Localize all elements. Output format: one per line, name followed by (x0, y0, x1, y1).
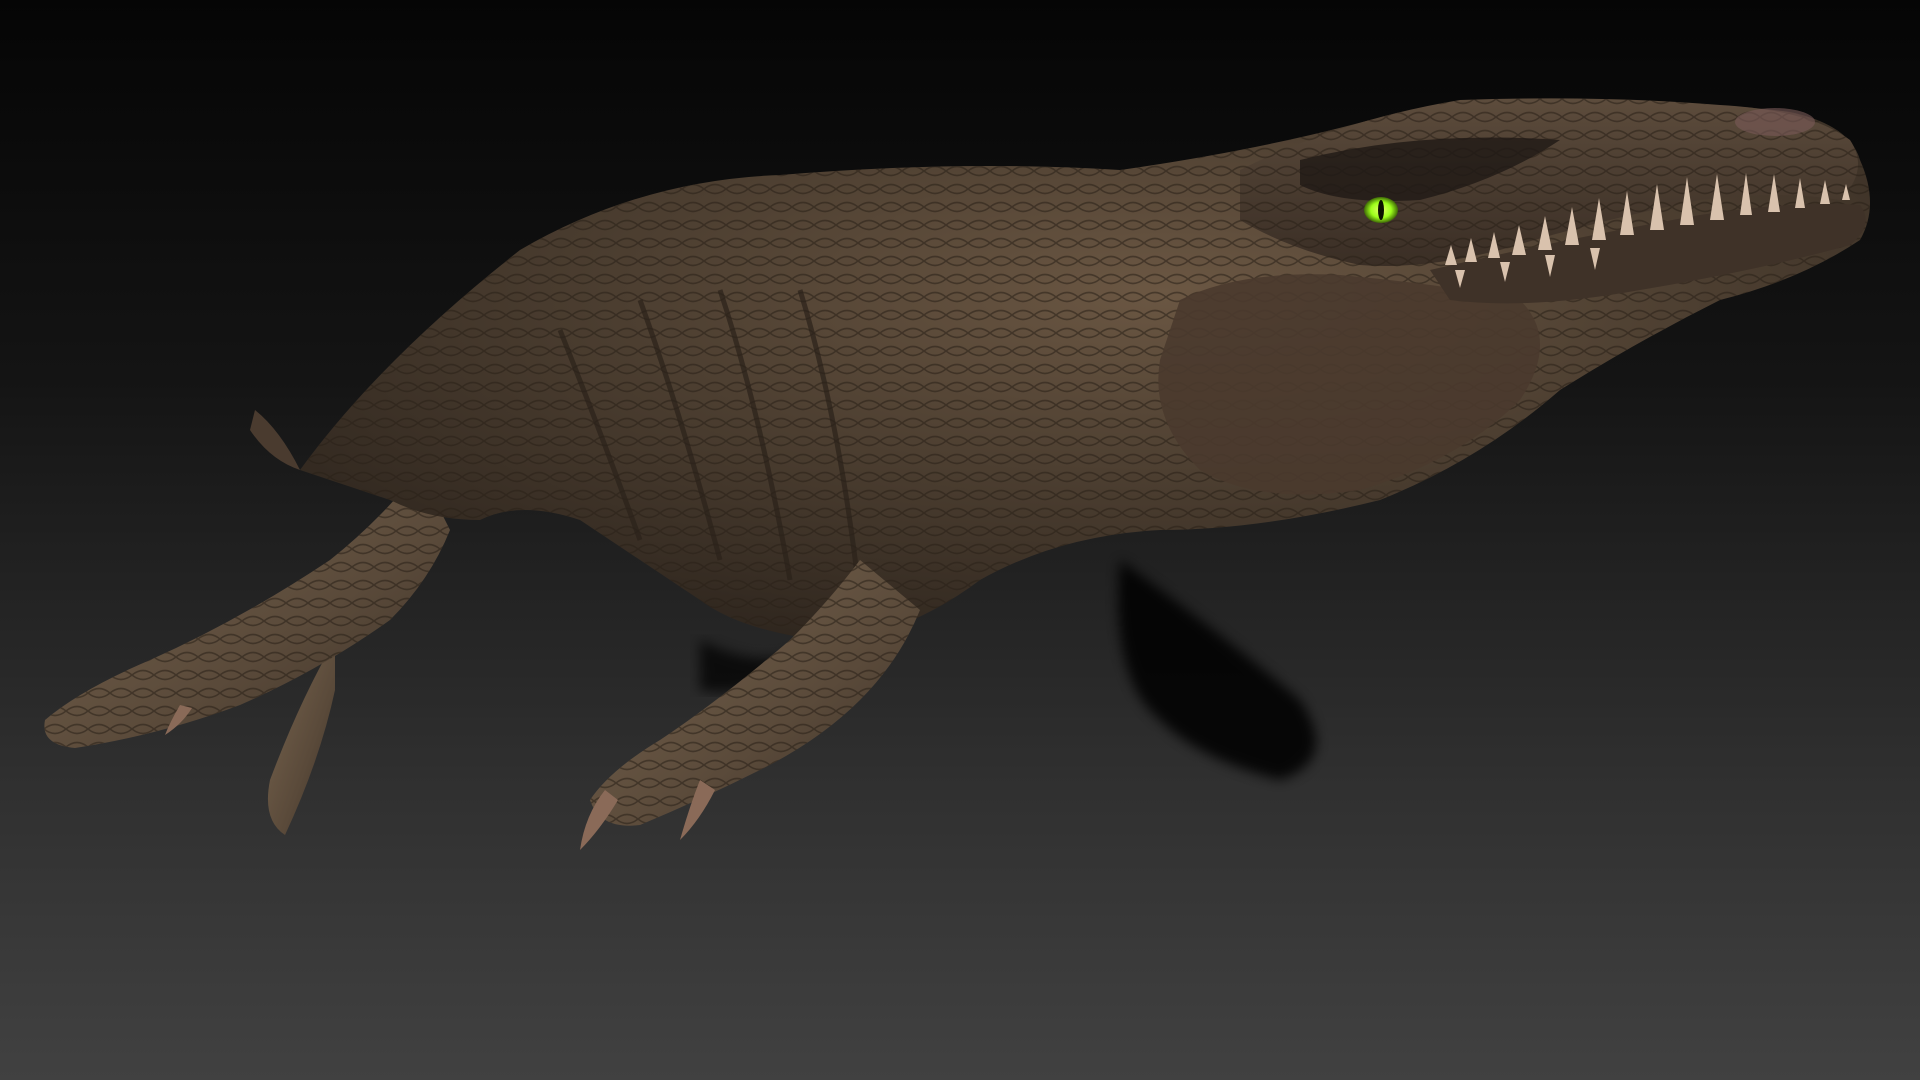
dorsal-fin (250, 410, 300, 470)
rear-flipper-fill (44, 470, 450, 748)
throat-pouch (1158, 274, 1540, 495)
eye-pupil (1378, 200, 1384, 220)
snout-highlight (1735, 108, 1815, 136)
render-viewport (0, 0, 1920, 1080)
creature-render (44, 98, 1870, 850)
